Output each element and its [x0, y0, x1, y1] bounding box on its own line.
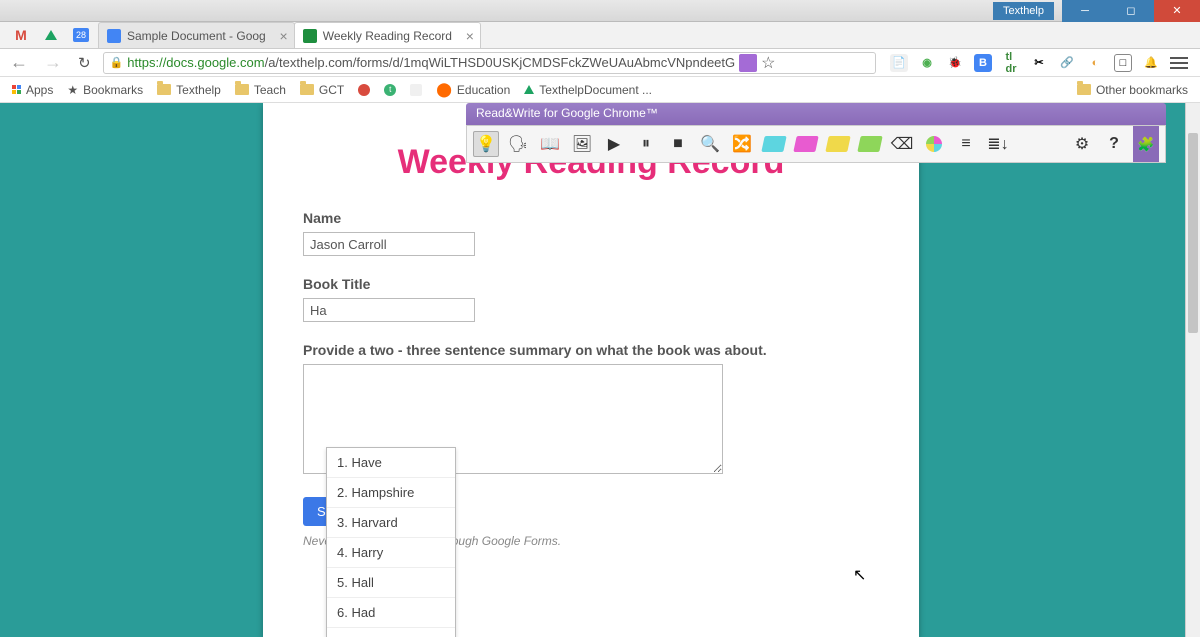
bookmark-item[interactable] — [410, 84, 422, 96]
book-title-label: Book Title — [303, 276, 879, 292]
lock-icon: 🔒 — [110, 56, 124, 69]
hover-speech-icon[interactable]: 🗣 — [505, 131, 531, 157]
settings-icon[interactable]: ⚙ — [1069, 131, 1095, 157]
bookmark-icon — [410, 84, 422, 96]
prediction-item[interactable]: 1. Have — [327, 448, 455, 478]
back-button[interactable]: ← — [6, 52, 32, 73]
folder-icon — [300, 84, 314, 95]
name-label: Name — [303, 210, 879, 226]
bookmark-item[interactable]: t — [384, 84, 396, 96]
teach-folder[interactable]: Teach — [235, 83, 286, 97]
collect-highlights-icon[interactable] — [921, 131, 947, 157]
window-maximize-button[interactable]: ◻ — [1108, 0, 1154, 22]
tab-close-icon[interactable]: × — [466, 28, 474, 44]
scroll-thumb[interactable] — [1188, 133, 1198, 333]
bookmarks-bar: Apps ★ Bookmarks Texthelp Teach GCT t ⬤E… — [0, 77, 1200, 103]
bookmarks-folder[interactable]: ★ Bookmarks — [67, 83, 143, 97]
extension-icon[interactable]: ◉ — [918, 54, 936, 72]
prediction-icon[interactable]: 💡 — [473, 131, 499, 157]
folder-icon — [157, 84, 171, 95]
name-input[interactable] — [303, 232, 475, 256]
clear-highlights-icon[interactable]: ⌫ — [889, 131, 915, 157]
tab-label: Weekly Reading Record — [323, 29, 452, 43]
reload-button[interactable]: ↻ — [74, 54, 95, 72]
translator-icon[interactable]: 🔀 — [729, 131, 755, 157]
highlight-yellow-icon[interactable] — [825, 131, 851, 157]
tab-sample-document[interactable]: Sample Document - Goog × — [98, 22, 295, 48]
extension-icon[interactable]: 📄 — [890, 54, 908, 72]
bookmark-icon: t — [384, 84, 396, 96]
chrome-menu-button[interactable] — [1170, 57, 1188, 69]
bookmark-star-icon[interactable]: ☆ — [761, 53, 775, 73]
extension-icon[interactable]: B — [974, 54, 992, 72]
address-bar[interactable]: 🔒 https://docs.google.com/a/texthelp.com… — [103, 52, 876, 74]
word-prediction-dropdown: 1. Have 2. Hampshire 3. Harvard 4. Harry… — [326, 447, 456, 637]
forms-icon — [303, 29, 317, 43]
tab-label: Sample Document - Goog — [127, 29, 266, 43]
notifications-icon[interactable]: 🔔 — [1142, 54, 1160, 72]
extension-icon[interactable]: ✂ — [1030, 54, 1048, 72]
bookmark-item[interactable] — [358, 84, 370, 96]
readwrite-url-icon — [739, 54, 757, 72]
screenshot-reader-icon[interactable]: 🔍 — [697, 131, 723, 157]
extensions-row: 📄 ◉ 🐞 B tldr ✂ 🔗 ◐ □ 🔔 — [884, 54, 1194, 72]
window-title-bar: Texthelp ─ ◻ ✕ — [0, 0, 1200, 22]
highlight-magenta-icon[interactable] — [793, 131, 819, 157]
prediction-item[interactable]: 2. Hampshire — [327, 478, 455, 508]
tab-weekly-reading-record[interactable]: Weekly Reading Record × — [294, 22, 481, 48]
prediction-item[interactable]: 5. Hall — [327, 568, 455, 598]
readwrite-handle-icon[interactable]: 🧩 — [1133, 126, 1159, 162]
apps-button[interactable]: Apps — [12, 83, 53, 97]
readwrite-title: Read&Write for Google Chrome™ — [466, 103, 1166, 125]
window-close-button[interactable]: ✕ — [1154, 0, 1200, 22]
folder-icon — [1077, 84, 1091, 95]
highlight-cyan-icon[interactable] — [761, 131, 787, 157]
url-path: /a/texthelp.com/forms/d/1mqWiLTHSD0USKjC… — [265, 55, 736, 70]
dictionary-icon[interactable]: 📖 — [537, 131, 563, 157]
extension-icon[interactable]: ◐ — [1086, 54, 1104, 72]
play-icon[interactable]: ▶ — [601, 131, 627, 157]
vertical-scrollbar[interactable] — [1185, 103, 1200, 637]
tab-close-icon[interactable]: × — [280, 28, 288, 44]
picture-dictionary-icon[interactable]: 🖼 — [569, 131, 595, 157]
url-host: https://docs.google.com — [127, 55, 264, 70]
browser-toolbar: ← → ↻ 🔒 https://docs.google.com/a/texthe… — [0, 49, 1200, 77]
other-bookmarks-folder[interactable]: Other bookmarks — [1077, 83, 1188, 97]
drive-icon — [524, 85, 534, 94]
gmail-pinned-tab[interactable]: M — [8, 22, 34, 48]
book-title-input[interactable] — [303, 298, 475, 322]
folder-icon — [235, 84, 249, 95]
prediction-item[interactable]: 3. Harvard — [327, 508, 455, 538]
calendar-pinned-tab[interactable]: 28 — [68, 22, 94, 48]
docs-icon — [107, 29, 121, 43]
gct-folder[interactable]: GCT — [300, 83, 344, 97]
pause-icon[interactable]: ⏸ — [633, 131, 659, 157]
stop-icon[interactable]: ■ — [665, 131, 691, 157]
highlight-green-icon[interactable] — [857, 131, 883, 157]
prediction-item[interactable]: 6. Had — [327, 598, 455, 628]
prediction-item[interactable]: 4. Harry — [327, 538, 455, 568]
vocabulary-icon[interactable]: ≡ — [953, 131, 979, 157]
reddit-icon: ⬤ — [436, 81, 452, 98]
summary-label: Provide a two - three sentence summary o… — [303, 342, 879, 358]
page-viewport: Weekly Reading Record Name Book Title Pr… — [0, 103, 1200, 637]
drive-pinned-tab[interactable] — [38, 22, 64, 48]
prediction-item[interactable]: 7. Half — [327, 628, 455, 637]
extension-icon[interactable]: tldr — [1002, 54, 1020, 72]
bookmark-icon — [358, 84, 370, 96]
window-minimize-button[interactable]: ─ — [1062, 0, 1108, 22]
texthelp-folder[interactable]: Texthelp — [157, 83, 221, 97]
simplify-icon[interactable]: ≣↓ — [985, 131, 1011, 157]
browser-tab-strip: M 28 Sample Document - Goog × Weekly Rea… — [0, 22, 1200, 49]
education-bookmark[interactable]: ⬤Education — [436, 81, 510, 98]
extension-icon[interactable]: 🔗 — [1058, 54, 1076, 72]
help-icon[interactable]: ? — [1101, 131, 1127, 157]
forward-button[interactable]: → — [40, 52, 66, 73]
readwrite-toolbar: Read&Write for Google Chrome™ 💡 🗣 📖 🖼 ▶ … — [466, 103, 1166, 163]
app-label: Texthelp — [993, 2, 1054, 20]
texthelp-document-bookmark[interactable]: TexthelpDocument ... — [524, 83, 652, 97]
readwrite-body: 💡 🗣 📖 🖼 ▶ ⏸ ■ 🔍 🔀 ⌫ ≡ ≣↓ ⚙ ? 🧩 — [466, 125, 1166, 163]
extension-icon[interactable]: □ — [1114, 54, 1132, 72]
extension-icon[interactable]: 🐞 — [946, 54, 964, 72]
